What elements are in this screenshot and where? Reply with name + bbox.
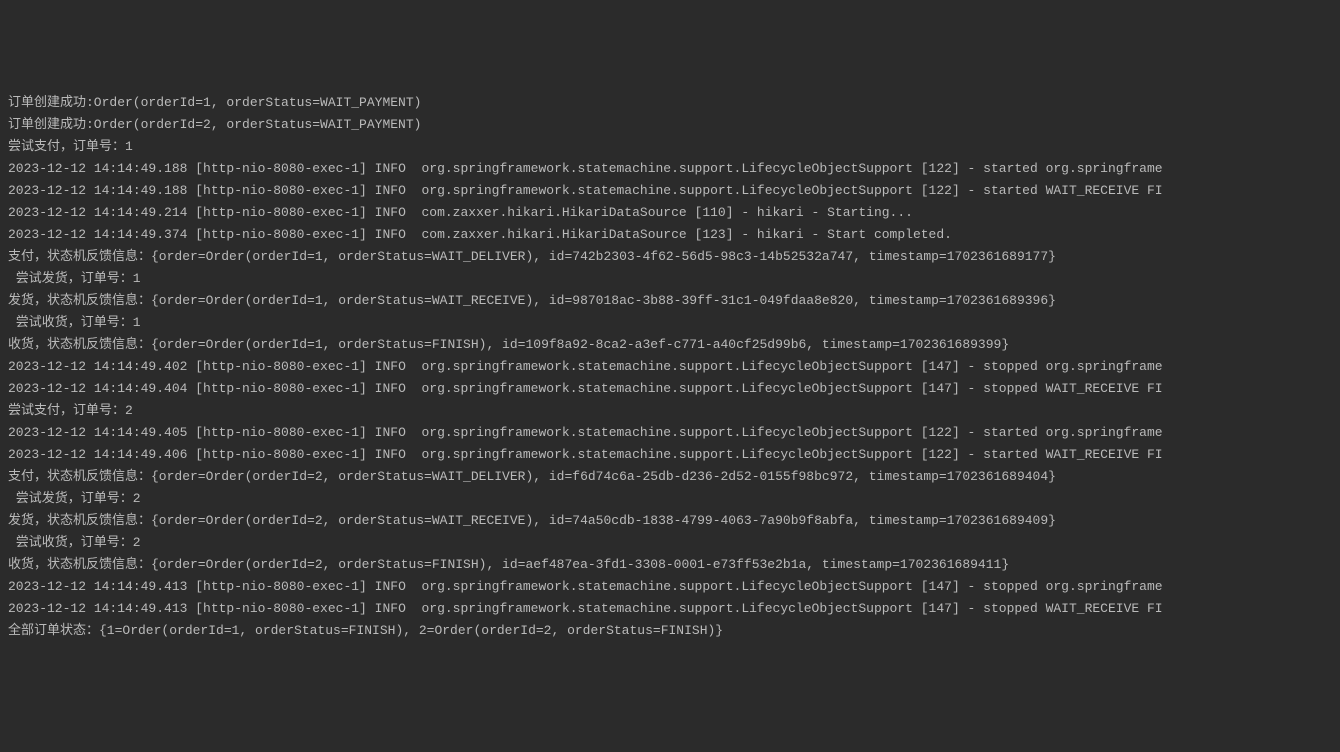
log-line: 尝试支付，订单号：2 [8,400,1332,422]
log-line: 尝试发货，订单号：1 [8,268,1332,290]
log-line: 2023-12-12 14:14:49.188 [http-nio-8080-e… [8,158,1332,180]
log-line: 尝试收货，订单号：2 [8,532,1332,554]
log-line: 收货，状态机反馈信息：{order=Order(orderId=1, order… [8,334,1332,356]
log-line: 2023-12-12 14:14:49.374 [http-nio-8080-e… [8,224,1332,246]
log-line: 收货，状态机反馈信息：{order=Order(orderId=2, order… [8,554,1332,576]
console-output[interactable]: 订单创建成功:Order(orderId=1, orderStatus=WAIT… [8,92,1332,642]
log-line: 全部订单状态：{1=Order(orderId=1, orderStatus=F… [8,620,1332,642]
log-line: 2023-12-12 14:14:49.402 [http-nio-8080-e… [8,356,1332,378]
log-line: 尝试支付，订单号：1 [8,136,1332,158]
log-line: 尝试发货，订单号：2 [8,488,1332,510]
log-line: 2023-12-12 14:14:49.214 [http-nio-8080-e… [8,202,1332,224]
log-line: 订单创建成功:Order(orderId=2, orderStatus=WAIT… [8,114,1332,136]
log-line: 2023-12-12 14:14:49.188 [http-nio-8080-e… [8,180,1332,202]
log-line: 2023-12-12 14:14:49.406 [http-nio-8080-e… [8,444,1332,466]
log-line: 支付，状态机反馈信息：{order=Order(orderId=1, order… [8,246,1332,268]
log-line: 支付，状态机反馈信息：{order=Order(orderId=2, order… [8,466,1332,488]
log-line: 发货，状态机反馈信息：{order=Order(orderId=2, order… [8,510,1332,532]
log-line: 2023-12-12 14:14:49.413 [http-nio-8080-e… [8,598,1332,620]
log-line: 订单创建成功:Order(orderId=1, orderStatus=WAIT… [8,92,1332,114]
log-line: 2023-12-12 14:14:49.405 [http-nio-8080-e… [8,422,1332,444]
log-line: 尝试收货，订单号：1 [8,312,1332,334]
log-line: 2023-12-12 14:14:49.404 [http-nio-8080-e… [8,378,1332,400]
log-line: 2023-12-12 14:14:49.413 [http-nio-8080-e… [8,576,1332,598]
log-line: 发货，状态机反馈信息：{order=Order(orderId=1, order… [8,290,1332,312]
